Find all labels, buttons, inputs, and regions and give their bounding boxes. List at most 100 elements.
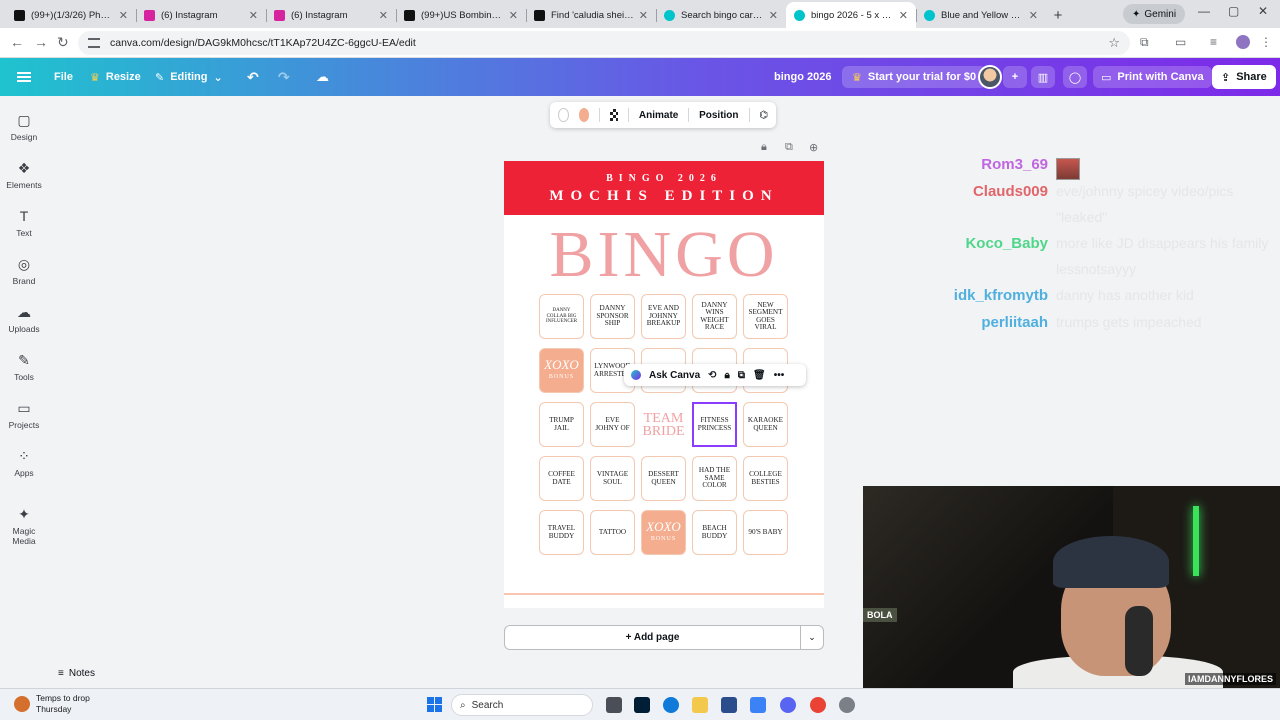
bingo-cell[interactable]: 90'S BABY (743, 510, 788, 555)
gemini-button[interactable]: ✦ Gemini (1123, 4, 1186, 24)
windows-start-icon[interactable] (427, 697, 442, 712)
sidebar-item-text[interactable]: T Text (0, 208, 48, 238)
animate-button[interactable]: Animate (639, 110, 678, 121)
sidebar-item-design[interactable]: ▢ Design (0, 112, 48, 142)
bingo-cell[interactable]: KARAOKE QUEEN (743, 402, 788, 447)
weather-widget[interactable]: Temps to drop Thursday (14, 693, 90, 715)
obs-icon[interactable] (839, 697, 855, 713)
profile-avatar[interactable] (1236, 35, 1250, 49)
close-window-icon[interactable]: ✕ (1258, 4, 1268, 18)
banner-edition[interactable]: MOCHIS EDITION (504, 188, 824, 205)
sidebar-item-projects[interactable]: ▭ Projects (0, 400, 48, 430)
forward-icon[interactable]: → (34, 34, 48, 50)
header-banner[interactable]: BINGO 2026 MOCHIS EDITION (504, 161, 824, 215)
close-tab-icon[interactable]: ✕ (379, 9, 388, 22)
reload-icon[interactable]: ↻ (57, 34, 69, 51)
bingo-cell[interactable]: BEACH BUDDY (692, 510, 737, 555)
browser-tab[interactable]: Search bingo card - Can ✕ (656, 2, 786, 28)
mail-icon[interactable] (750, 697, 766, 713)
bingo-cell[interactable]: DESSERT QUEEN (641, 456, 686, 501)
bingo-cell[interactable]: TRAVEL BUDDY (539, 510, 584, 555)
browser-tab[interactable]: (99+)(1/3/26) Photos of ✕ (6, 2, 136, 28)
share-button[interactable]: ⇪ Share (1212, 65, 1276, 89)
maximize-icon[interactable]: ▢ (1228, 4, 1239, 18)
task-view-icon[interactable] (606, 697, 622, 713)
bingo-cell[interactable]: TRUMP JAIL (539, 402, 584, 447)
close-tab-icon[interactable]: ✕ (899, 9, 908, 22)
user-avatar[interactable] (978, 65, 1002, 89)
bingo-cell[interactable]: EVE JOHNY OF (590, 402, 635, 447)
undo-button[interactable]: ↶ (247, 58, 259, 96)
close-tab-icon[interactable]: ✕ (509, 9, 518, 22)
add-page-dropdown[interactable]: ⌄ (800, 625, 824, 650)
main-menu-button[interactable] (17, 58, 31, 96)
edge-icon[interactable] (663, 697, 679, 713)
sidebar-item-apps[interactable]: ⁘ Apps (0, 448, 48, 478)
bingo-cell[interactable]: COLLEGE BESTIES (743, 456, 788, 501)
close-tab-icon[interactable]: ✕ (249, 9, 258, 22)
bingo-cell[interactable]: VINTAGE SOUL (590, 456, 635, 501)
sidebar-item-uploads[interactable]: ☁ Uploads (0, 304, 48, 334)
bingo-title[interactable]: BINGO (504, 217, 824, 293)
close-tab-icon[interactable]: ✕ (119, 9, 128, 22)
bookmark-star-icon[interactable]: ☆ (1108, 35, 1120, 51)
tab-search-icon[interactable]: ≡ (1210, 35, 1217, 49)
redo-button[interactable]: ↷ (278, 58, 290, 96)
bingo-cell[interactable]: DANNY WINS WEIGHT RACE (692, 294, 737, 339)
comments-button[interactable]: ◯ (1063, 66, 1087, 88)
duplicate-page-icon[interactable]: ⧉ (785, 141, 793, 154)
ask-canva-button[interactable]: Ask Canva (649, 370, 700, 381)
bingo-cell[interactable]: HAD THE SAME COLOR (692, 456, 737, 501)
site-info-icon[interactable] (88, 38, 100, 48)
bingo-cell[interactable]: xoxo BONUS (641, 510, 686, 555)
more-options-icon[interactable]: ••• (774, 370, 785, 381)
start-trial-button[interactable]: ♛ Start your trial for $0 (842, 66, 987, 88)
lock-icon[interactable]: 🔒︎ (725, 370, 730, 381)
editing-mode-dropdown[interactable]: ✎ Editing ⌄ (155, 58, 223, 96)
color-swatch-peach[interactable] (578, 108, 589, 122)
url-field[interactable]: canva.com/design/DAG9kM0hcsc/tT1KAp72U4Z… (78, 31, 1130, 55)
minimize-icon[interactable]: — (1198, 4, 1210, 18)
sidebar-item-magic-media[interactable]: ✦ Magic Media (0, 506, 48, 546)
extensions-icon[interactable]: ⧉ (1140, 35, 1149, 50)
chrome-icon[interactable] (810, 697, 826, 713)
position-button[interactable]: Position (699, 110, 738, 121)
sidebar-item-brand[interactable]: ◎ Brand (0, 256, 48, 286)
bingo-cell[interactable]: NEW SEGMENT GOES VIRAL (743, 294, 788, 339)
add-page-button[interactable]: + Add page (504, 625, 801, 650)
bingo-cell[interactable]: FITNESS PRINCESS (692, 402, 737, 447)
bingo-cell[interactable]: TATTOO (590, 510, 635, 555)
paint-roller-icon[interactable]: ⌬ (759, 110, 768, 121)
bingo-cell[interactable]: DANNY SPONSOR SHIP (590, 294, 635, 339)
browser-menu-icon[interactable]: ⋮ (1260, 35, 1272, 49)
trash-icon[interactable]: 🗑︎ (753, 370, 766, 381)
bingo-cell[interactable]: xoxo BONUS (539, 348, 584, 393)
sidebar-item-tools[interactable]: ✎ Tools (0, 352, 48, 382)
back-icon[interactable]: ← (10, 34, 24, 50)
rotate-icon[interactable]: ⟲ (708, 370, 716, 381)
bingo-cell[interactable]: TEAM BRIDE (641, 402, 686, 447)
browser-tab[interactable]: (6) Instagram ✕ (266, 2, 396, 28)
browser-tab[interactable]: Blue and Yellow Modern ✕ (916, 2, 1046, 28)
taskbar-search[interactable]: ⌕ Search (451, 694, 593, 716)
duplicate-icon[interactable]: ⧉ (738, 370, 745, 381)
browser-tab-active[interactable]: bingo 2026 - 5 x 7 in ✕ (786, 2, 916, 28)
bingo-cell[interactable]: EVE AND JOHNNY BREAKUP (641, 294, 686, 339)
cloud-save-button[interactable]: ☁ (316, 58, 329, 96)
color-swatch-white[interactable] (558, 108, 569, 122)
bingo-cell[interactable]: COFFEE DATE (539, 456, 584, 501)
file-menu[interactable]: File (54, 58, 73, 96)
close-tab-icon[interactable]: ✕ (639, 9, 648, 22)
close-tab-icon[interactable]: ✕ (1029, 9, 1038, 22)
file-explorer-icon[interactable] (692, 697, 708, 713)
browser-tab[interactable]: Find 'caludia sheinbaum ✕ (526, 2, 656, 28)
lock-page-icon[interactable]: 🔒︎ (761, 141, 767, 154)
transparency-icon[interactable] (609, 109, 619, 121)
add-page-icon[interactable]: ⊕ (809, 141, 818, 154)
invite-button[interactable]: + (1003, 66, 1027, 88)
browser-tab[interactable]: (99+)US Bombing of Ve ✕ (396, 2, 526, 28)
bingo-cell[interactable]: DANNY COLLAB BIG INFLUENCER (539, 294, 584, 339)
insights-button[interactable]: ▥ (1031, 66, 1055, 88)
photoshop-icon[interactable] (634, 697, 650, 713)
print-with-canva-button[interactable]: ▭ Print with Canva (1093, 66, 1212, 88)
